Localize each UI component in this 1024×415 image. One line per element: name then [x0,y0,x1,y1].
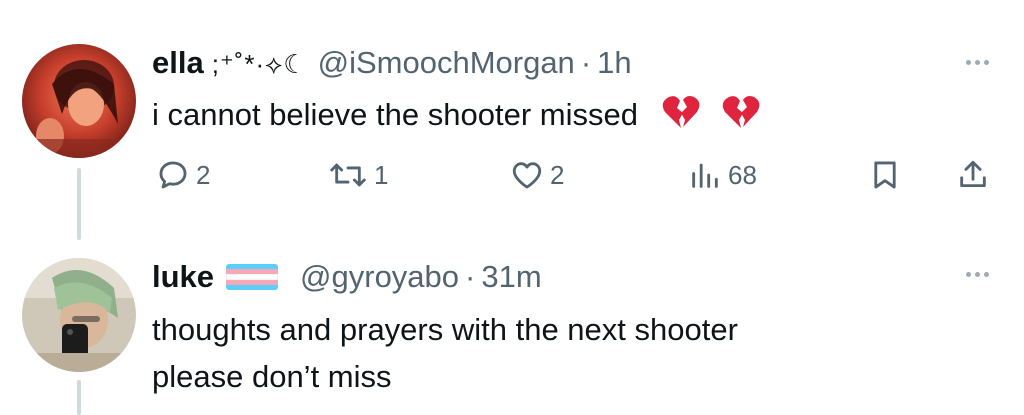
user-handle[interactable]: @iSmoochMorgan [318,44,575,82]
tweet-text-luke-line1: thoughts and prayers with the next shoot… [152,312,738,347]
separator-dot: · [580,45,592,80]
avatar-ella[interactable] [22,44,136,158]
retweet-icon [330,163,366,187]
avatar-ella-image [22,44,136,158]
tweet-header-luke: luke @gyroyabo · 31m [152,258,542,296]
transgender-flag-icon [226,264,279,290]
timestamp[interactable]: 31m [481,258,541,296]
tweet-header-ella: ella ;⁺˚*·⟡☾ @iSmoochMorgan · 1h [152,44,632,83]
thread-line-top [77,168,81,240]
reply-count: 2 [196,159,211,190]
view-count: 68 [728,159,757,190]
bookmark-icon [874,161,896,189]
broken-heart-icon [721,94,761,140]
views-button[interactable]: 68 [688,158,757,192]
avatar-luke[interactable] [22,258,136,372]
tweet-text-luke-line2: please don’t miss [152,359,392,394]
retweet-button[interactable]: 1 [328,158,388,192]
tweet-actions: 2 1 2 68 [150,158,1000,198]
more-options-icon[interactable] [966,272,989,277]
tweet-text: i cannot believe the shooter missed [152,97,638,133]
display-name[interactable]: ella [152,44,204,82]
analytics-icon [692,163,718,188]
share-icon [960,160,986,188]
avatar-luke-image [22,258,136,372]
heart-icon [512,162,542,189]
name-decoration: ;⁺˚*·⟡☾ [211,49,308,79]
bookmark-button[interactable] [868,158,902,192]
separator-dot: · [465,259,476,294]
more-options-icon[interactable] [966,60,989,65]
like-count: 2 [550,159,565,190]
display-name[interactable]: luke [152,258,214,296]
thread-line-bottom [77,380,81,415]
reply-button[interactable]: 2 [156,158,210,192]
broken-heart-icon [661,94,701,140]
timestamp[interactable]: 1h [597,44,631,82]
share-button[interactable] [956,158,990,192]
retweet-count: 1 [374,159,389,190]
user-handle[interactable]: @gyroyabo [300,258,459,296]
tweet-text-ella: i cannot believe the shooter missed [152,94,761,140]
like-button[interactable]: 2 [510,158,564,192]
reply-icon [159,161,187,189]
